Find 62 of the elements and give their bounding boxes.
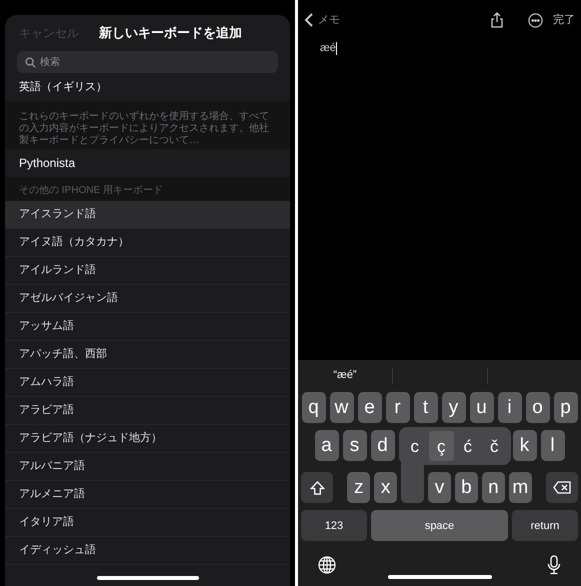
more-icon[interactable] [528, 12, 543, 28]
keyboard-key[interactable]: e [358, 392, 382, 424]
list-row[interactable]: アルメニア語 [5, 481, 290, 509]
numbers-key[interactable]: 123 [301, 510, 367, 542]
list-row[interactable]: アイヌ語（カタカナ） [5, 229, 290, 257]
section-header: その他の IPHONE 用キーボード [19, 184, 163, 198]
list-row[interactable]: 英語（イギリス） [5, 73, 290, 101]
list-row[interactable]: アラビア語（ナジュド地方） [5, 425, 290, 453]
return-key[interactable]: return [512, 510, 578, 542]
list-row[interactable]: アゼルバイジャン語 [5, 285, 290, 313]
keyboard-key[interactable]: r [386, 392, 410, 424]
back-icon[interactable] [304, 13, 314, 27]
accent-option[interactable]: ç [429, 431, 454, 462]
delete-key[interactable] [546, 472, 578, 504]
search-field[interactable]: 検索 [17, 51, 278, 73]
delete-icon [552, 481, 571, 494]
keyboard-key[interactable]: y [442, 392, 466, 424]
keyboard-key[interactable]: x [374, 472, 398, 504]
list-row[interactable]: Pythonista [5, 149, 290, 177]
note-text: æé [320, 40, 336, 56]
keyboard-key[interactable]: d [370, 430, 394, 462]
list-row[interactable]: アムハラ語 [5, 369, 290, 397]
list-row[interactable]: アパッチ語、西部 [5, 341, 290, 369]
list-row[interactable]: イディッシュ語 [5, 537, 290, 565]
accent-option[interactable]: c [402, 431, 427, 462]
back-link[interactable]: メモ [318, 12, 340, 28]
keyboard-key[interactable]: i [498, 392, 522, 424]
microphone-icon[interactable] [547, 555, 561, 576]
shift-icon [310, 480, 325, 495]
list-row[interactable]: アイルランド語 [5, 257, 290, 285]
keyboard-key[interactable]: n [482, 472, 505, 504]
keyboard-key[interactable]: z [347, 472, 370, 504]
suggestion-text[interactable]: “æé” [298, 367, 392, 384]
privacy-note: これらのキーボードのいずれかを使用する場合、すべての入力内容がキーボードによりアクセスされます。他社製キーボードとプライバシーについて… [5, 101, 290, 149]
keyboard-key[interactable]: b [454, 472, 478, 504]
list-row[interactable]: イタリア語 [5, 509, 290, 537]
globe-icon[interactable] [318, 556, 336, 574]
keyboard-key[interactable]: v [428, 472, 451, 504]
shift-key[interactable] [301, 472, 334, 504]
keyboard-key[interactable]: s [342, 430, 366, 462]
keyboard-key[interactable]: q [302, 392, 326, 424]
keyboard-key[interactable]: p [554, 392, 578, 424]
keyboard-key[interactable]: k [512, 430, 536, 462]
keyboard-key[interactable]: w [330, 392, 354, 424]
keyboard-key[interactable]: l [540, 430, 564, 462]
accent-option[interactable]: č [482, 431, 506, 462]
done-button[interactable]: 完了 [553, 12, 575, 28]
list-row[interactable]: アルバニア語 [5, 453, 290, 481]
sheet-title: 新しいキーボードを追加 [99, 24, 242, 42]
keyboard-key[interactable]: m [508, 472, 532, 504]
search-icon [25, 56, 36, 68]
list-row[interactable]: アッサム語 [5, 313, 290, 341]
keyboard-key[interactable]: a [314, 430, 338, 462]
space-key[interactable]: space [371, 510, 508, 542]
keyboard-key[interactable]: u [470, 392, 494, 424]
keyboard-key[interactable]: t [414, 392, 438, 424]
accent-option[interactable]: ć [456, 431, 480, 462]
list-row[interactable]: アラビア語 [5, 397, 290, 425]
list-row[interactable]: アイスランド語 [5, 201, 290, 229]
share-icon[interactable] [490, 12, 504, 28]
text-cursor [336, 42, 337, 54]
keyboard-key[interactable]: o [526, 392, 550, 424]
